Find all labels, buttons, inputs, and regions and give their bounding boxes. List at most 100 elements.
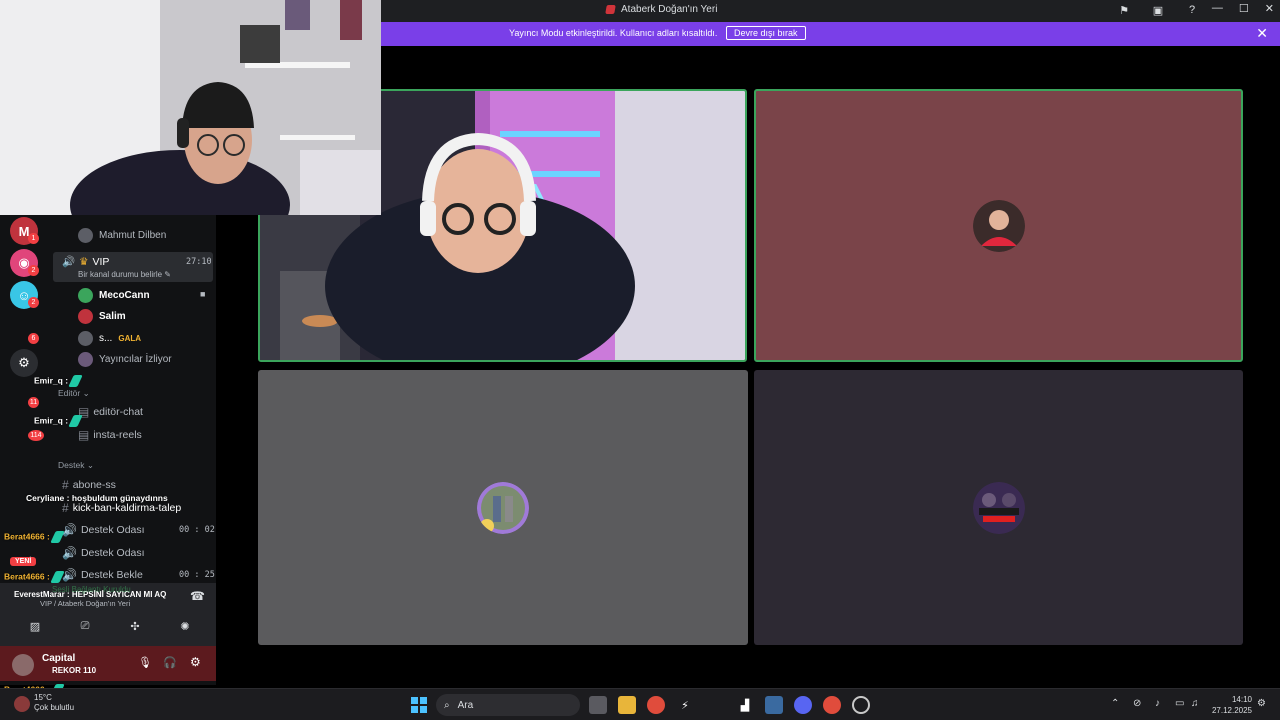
voice-location: VIP / Ataberk Doğan'ın Yeri xyxy=(40,599,131,608)
voice-member[interactable]: Mahmut Dilben xyxy=(78,228,166,243)
soundboard-icon: ✺ xyxy=(180,620,190,633)
window-title: Ataberk Doğan'ın Yeri xyxy=(605,4,717,15)
crown-icon: ♛ xyxy=(79,255,89,268)
flag-icon[interactable]: ⚑ xyxy=(1116,2,1132,18)
disconnect-icon[interactable]: ☎ xyxy=(190,589,205,603)
system-clock[interactable]: 14:10 27.12.2025 xyxy=(1212,694,1252,716)
connection-status: Sesli Bağlantı Kuruldu xyxy=(52,585,131,594)
video-camera-icon: ■ xyxy=(200,289,206,299)
app-icon[interactable] xyxy=(852,696,870,714)
chrome-icon[interactable] xyxy=(647,696,665,714)
channel-editor-chat[interactable]: ▤ editör-chat xyxy=(78,405,143,419)
microphone-icon[interactable]: 🎙 xyxy=(138,656,152,669)
weather-widget[interactable]: 15°C Çok bulutlu xyxy=(34,693,74,713)
user-avatar xyxy=(972,199,1025,252)
minimize-icon[interactable]: — xyxy=(1212,2,1223,15)
titlebar-tools: ⚑ ▣ ? xyxy=(1116,2,1200,18)
volume-icon[interactable]: ♫ xyxy=(1191,698,1199,709)
overlay-sub: REKOR 110 xyxy=(52,666,97,675)
activities-button[interactable]: ✣ xyxy=(113,617,157,635)
windows-start-icon[interactable] xyxy=(410,696,428,714)
server-badge: 2 xyxy=(28,297,39,308)
network-icon[interactable]: ⊘ xyxy=(1133,698,1141,709)
search-icon: ⌕ xyxy=(444,699,450,711)
screen-share-button[interactable]: ⎚ xyxy=(63,617,107,635)
speaker-icon: 🔊 xyxy=(62,546,77,560)
task-view-icon[interactable] xyxy=(589,696,607,714)
taskbar-search[interactable]: ⌕ Ara xyxy=(436,694,580,716)
server-badge: 1 xyxy=(28,233,39,244)
display-icon[interactable]: ▭ xyxy=(1175,698,1184,709)
channel-timer: 00 : 25 xyxy=(179,570,215,580)
server-icon-gear[interactable]: ⚙ xyxy=(10,349,38,377)
user-avatar xyxy=(477,481,529,534)
microphone-icon[interactable]: ♪ xyxy=(1155,698,1160,709)
hash-icon: # xyxy=(62,478,69,492)
video-tile-user-2[interactable] xyxy=(754,89,1243,362)
text-channel-icon: ▤ xyxy=(78,428,90,442)
app-logo-icon xyxy=(605,5,616,14)
banner-text: Yayıncı Modu etkinleştirildi. Kullanıcı … xyxy=(509,28,718,38)
avatar[interactable] xyxy=(12,654,34,676)
file-explorer-icon[interactable] xyxy=(618,696,636,714)
channel-insta-reels[interactable]: ▤ insta-reels xyxy=(78,428,142,442)
user-panel: Capital REKOR 110 🎙 🎧 ⚙ xyxy=(0,646,216,681)
channel-kick-ban[interactable]: # kick-ban-kaldirma-talep xyxy=(62,501,181,515)
webcam-overlay xyxy=(0,0,381,215)
disable-streamer-mode-button[interactable]: Devre dışı bırak xyxy=(726,26,806,40)
user-avatar xyxy=(78,331,93,346)
app-icon[interactable] xyxy=(765,696,783,714)
camera-off-button[interactable]: ▨ xyxy=(13,617,57,635)
app-icon[interactable]: ▟ xyxy=(736,696,754,714)
channel-abone-ss[interactable]: # abone-ss xyxy=(62,478,116,492)
category-destek[interactable]: Destek ⌄ xyxy=(58,460,94,471)
video-tile-user-3[interactable] xyxy=(258,370,748,645)
vip-channel-name: 🔊 ♛ VIP xyxy=(62,255,110,269)
channel-status[interactable]: Bir kanal durumu belirle ✎ xyxy=(78,270,171,279)
server-badge: 114 xyxy=(28,430,44,441)
close-icon[interactable]: ✕ xyxy=(1265,2,1274,15)
screen-share-icon: ⎚ xyxy=(80,619,90,632)
settings-gear-icon[interactable]: ⚙ xyxy=(190,655,201,669)
leaf-emote-icon xyxy=(68,415,83,427)
app-icon[interactable]: ⚡ xyxy=(676,696,694,714)
channel-destek-odasi-2[interactable]: 🔊 Destek Odası xyxy=(62,546,145,560)
chevron-up-icon[interactable]: ⌃ xyxy=(1111,698,1119,709)
speaker-icon: 🔊 xyxy=(62,523,77,537)
banner-close-icon[interactable]: ✕ xyxy=(1256,25,1268,42)
chrome-icon[interactable] xyxy=(823,696,841,714)
chat-line: Berat4666 : xyxy=(4,531,65,543)
voice-member[interactable]: Yayıncılar İzliyor xyxy=(78,352,172,367)
user-avatar xyxy=(78,352,93,367)
voice-member[interactable]: MecoCann xyxy=(78,288,150,303)
webcam-feed xyxy=(0,0,381,215)
camera-off-icon: ▨ xyxy=(29,620,41,633)
soundboard-button[interactable]: ✺ xyxy=(163,617,207,635)
headphones-icon[interactable]: 🎧 xyxy=(163,656,177,669)
notification-icon[interactable]: ⚙ xyxy=(1257,698,1266,709)
pencil-icon: ✎ xyxy=(164,270,171,279)
overlay-text: Capital xyxy=(42,653,76,664)
window-controls: — ☐ ✕ xyxy=(1212,2,1274,15)
video-tile-yayincilar[interactable] xyxy=(754,370,1243,645)
chat-line: Emir_q : xyxy=(34,375,83,387)
leaf-emote-icon xyxy=(68,375,83,387)
maximize-icon[interactable]: ☐ xyxy=(1239,2,1249,15)
windows-taskbar: 15°C Çok bulutlu ⌕ Ara ⚡ ▟ ⌃ ⊘ ♪ ▭ ♫ 14:… xyxy=(0,688,1280,720)
streamer-mode-banner: Yayıncı Modu etkinleştirildi. Kullanıcı … xyxy=(381,22,1280,46)
server-badge: 11 xyxy=(28,397,39,408)
channel-destek-odasi-1[interactable]: 🔊 Destek Odası xyxy=(62,523,145,537)
window-titlebar: Ataberk Doğan'ın Yeri ⚑ ▣ ? — ☐ ✕ xyxy=(381,0,1280,22)
category-editor[interactable]: Editör ⌄ xyxy=(58,388,90,399)
channel-timer: 00 : 02 xyxy=(179,525,215,535)
speaker-icon: 🔊 xyxy=(62,568,77,582)
voice-member[interactable]: s... GALA xyxy=(78,331,141,346)
voice-member[interactable]: Salim xyxy=(78,309,126,324)
inbox-icon[interactable]: ▣ xyxy=(1150,2,1166,18)
weather-icon[interactable] xyxy=(14,696,30,712)
help-icon[interactable]: ? xyxy=(1184,2,1200,18)
hash-icon: # xyxy=(62,501,69,515)
vip-channel-timer: 27:10 xyxy=(186,257,212,267)
discord-icon[interactable] xyxy=(794,696,812,714)
channel-destek-bekle[interactable]: 🔊 Destek Bekle xyxy=(62,568,143,582)
